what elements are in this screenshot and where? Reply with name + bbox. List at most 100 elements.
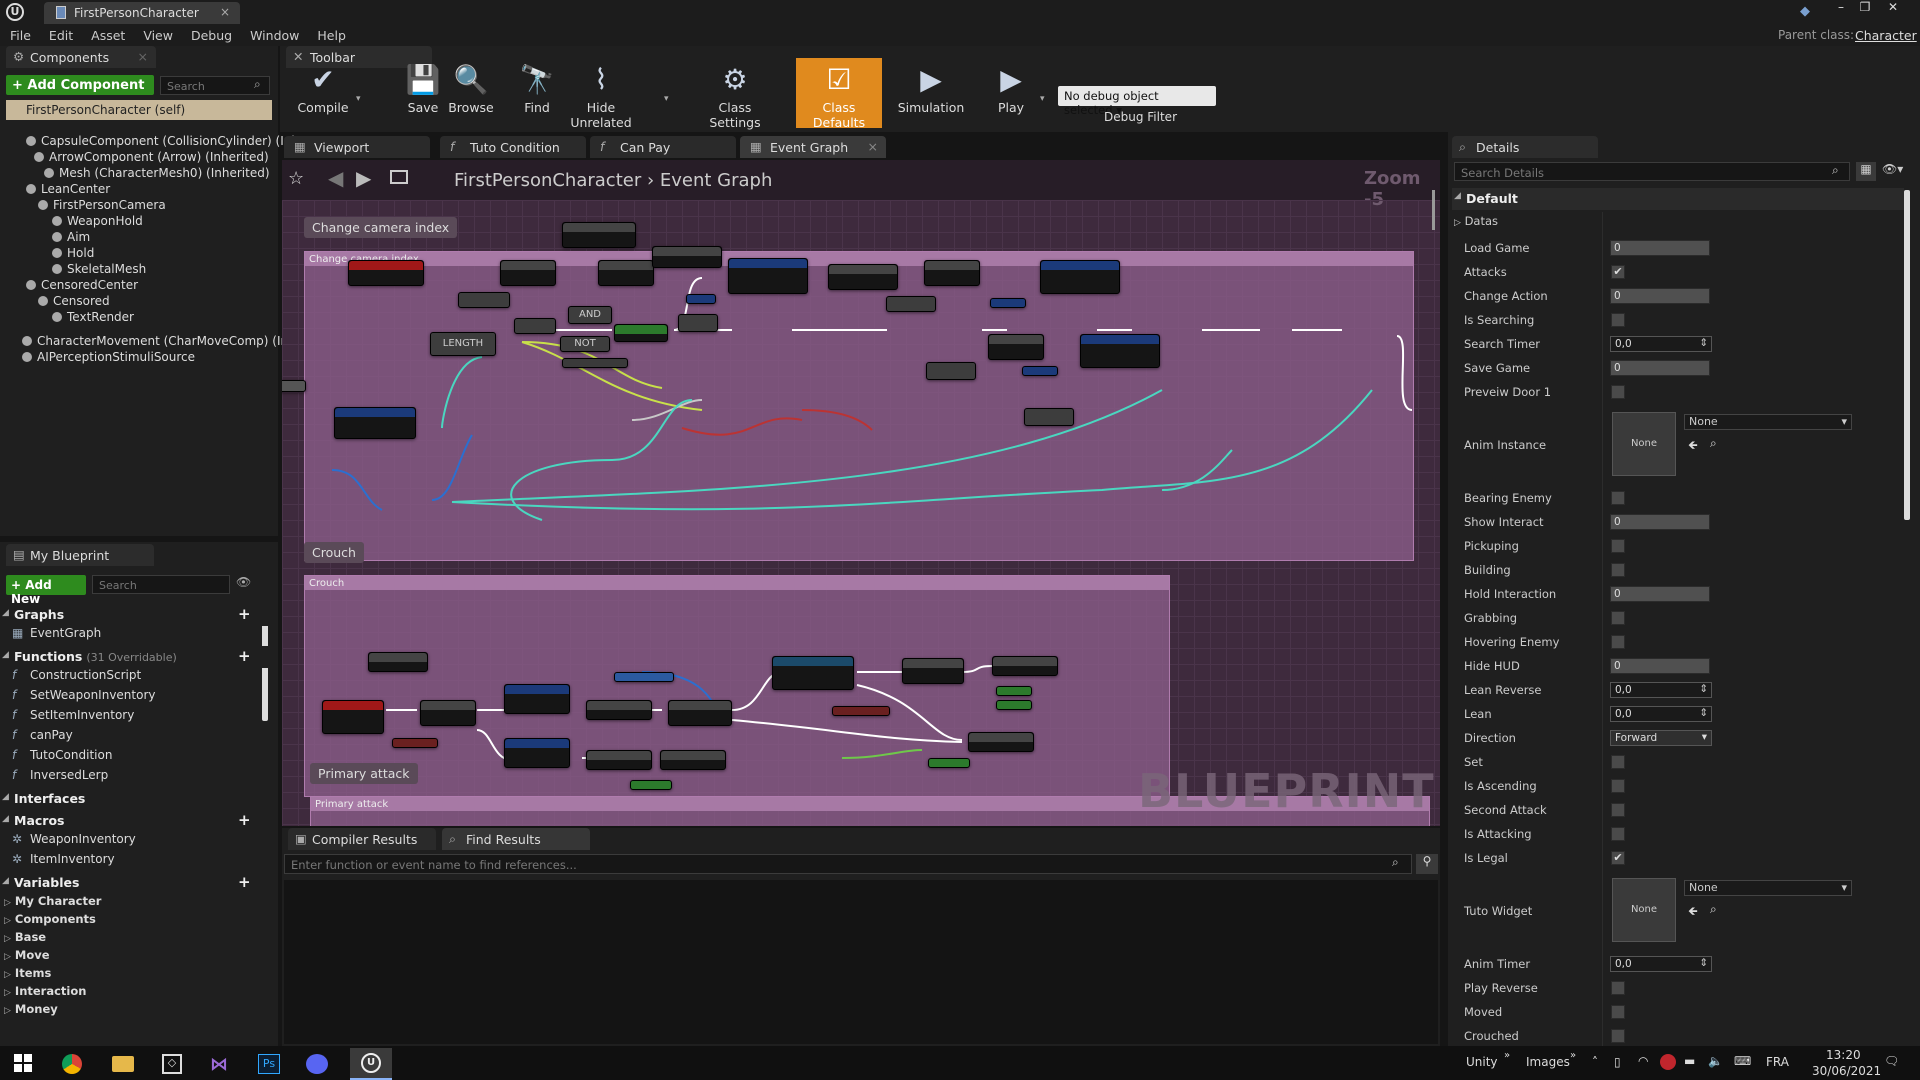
cast-node[interactable] <box>772 656 854 690</box>
menu-debug[interactable]: Debug <box>181 24 240 43</box>
menu-help[interactable]: Help <box>307 24 354 43</box>
add-icon[interactable]: + <box>238 647 251 665</box>
my-blueprint-search-input[interactable]: Search <box>92 575 230 594</box>
function-item[interactable]: f canPay <box>12 728 73 748</box>
visibility-eye-icon[interactable]: 👁▾ <box>1882 162 1903 176</box>
function-item[interactable]: f SetItemInventory <box>12 708 134 728</box>
search-icon[interactable]: ⌕ <box>1392 855 1399 870</box>
property-spinbox[interactable]: 0,0 ⇕ <box>1610 682 1712 698</box>
notification-icon[interactable]: ◆ <box>1800 4 1810 19</box>
binoculars-icon[interactable]: ⚲ <box>1416 854 1438 874</box>
close-tab-icon[interactable]: × <box>868 139 878 154</box>
set-members-node[interactable] <box>1080 334 1160 368</box>
property-value-field[interactable]: 0 <box>1610 360 1710 376</box>
branch-node[interactable] <box>924 260 980 286</box>
use-selected-arrow-icon[interactable]: 🡸 <box>1688 902 1698 923</box>
variable-category[interactable]: ▷ Items <box>4 966 51 986</box>
macro-item[interactable]: ✲ WeaponInventory <box>12 832 136 852</box>
notifications-icon[interactable]: 🗨 <box>1884 1054 1899 1068</box>
language-indicator[interactable]: FRA <box>1766 1055 1789 1069</box>
property-spinbox[interactable]: 0,0 ⇕ <box>1610 956 1712 972</box>
photoshop-icon[interactable]: Ps <box>258 1054 280 1074</box>
browse-asset-icon[interactable]: ⌕ <box>1710 902 1717 917</box>
find-references-input[interactable]: Enter function or event name to find ref… <box>284 854 1412 874</box>
clock-date[interactable]: 30/06/2021 <box>1812 1064 1881 1078</box>
tuto-widget-property-select[interactable]: None ▾ <box>1684 880 1852 896</box>
set-node[interactable] <box>562 222 636 248</box>
getter-node[interactable] <box>832 706 890 716</box>
view-options-icon[interactable]: ▦ <box>1856 162 1876 181</box>
property-checkbox[interactable] <box>1611 803 1625 817</box>
taskbar-folder-images[interactable]: Images <box>1526 1055 1570 1069</box>
getter-node[interactable] <box>630 780 672 790</box>
property-checkbox[interactable] <box>1611 385 1625 399</box>
tab-can-pay[interactable]: f Can Pay <box>590 136 736 158</box>
getter-node[interactable] <box>686 294 716 304</box>
set-node[interactable] <box>652 246 722 268</box>
file-explorer-icon[interactable] <box>112 1056 134 1072</box>
windows-start-icon[interactable] <box>14 1054 32 1072</box>
set-members-node[interactable] <box>1040 260 1120 294</box>
compare-node[interactable] <box>514 318 556 334</box>
set-node[interactable] <box>368 652 428 672</box>
property-checkbox[interactable] <box>1611 1005 1625 1019</box>
property-value-field[interactable]: 0 <box>1610 658 1710 674</box>
wifi-icon[interactable]: ◠ <box>1638 1054 1648 1068</box>
compare-node[interactable] <box>1024 408 1074 426</box>
and-node[interactable]: AND <box>568 306 612 324</box>
details-search-input[interactable]: Search Details <box>1454 162 1850 181</box>
browse-button[interactable]: 🔍 Browse <box>436 58 506 128</box>
add-component-button[interactable]: + Add Component <box>6 75 154 95</box>
clock-time[interactable]: 13:20 <box>1826 1048 1861 1062</box>
graph-item[interactable]: ▦ EventGraph <box>12 626 101 646</box>
property-value-field[interactable]: 0 <box>1610 586 1710 602</box>
property-select[interactable]: Forward ▾ <box>1610 730 1712 746</box>
not-node[interactable]: NOT <box>560 336 610 352</box>
parent-class-link[interactable]: Character <box>1855 28 1917 43</box>
branch-node[interactable] <box>598 260 654 286</box>
is-valid-node[interactable] <box>668 700 732 726</box>
break-struct-node[interactable] <box>334 407 416 439</box>
property-checkbox[interactable] <box>1611 563 1625 577</box>
add-icon[interactable]: + <box>238 873 251 891</box>
battery-icon[interactable]: ▯ <box>1614 1055 1621 1069</box>
property-value-field[interactable]: 0 <box>1610 514 1710 530</box>
length-node[interactable]: LENGTH <box>430 332 496 356</box>
find-results-tab[interactable]: ⌕ Find Results <box>442 828 590 850</box>
set-members-node[interactable] <box>728 258 808 294</box>
datas-getter-node[interactable] <box>282 380 306 392</box>
visibility-eye-icon[interactable]: 👁 <box>236 575 251 589</box>
tray-app-icon[interactable]: ▬ <box>1684 1054 1695 1068</box>
property-checkbox[interactable] <box>1611 539 1625 553</box>
variable-category[interactable]: ▷ Base <box>4 930 46 950</box>
tray-up-arrow-icon[interactable]: ˄ <box>1592 1055 1598 1069</box>
getter-node[interactable] <box>990 298 1026 308</box>
simulation-button[interactable]: ▶ Simulation <box>896 58 966 128</box>
getter-node[interactable] <box>996 700 1032 710</box>
property-checkbox[interactable]: ✔ <box>1611 851 1625 865</box>
input-action-crouch-node[interactable] <box>322 700 384 734</box>
property-checkbox[interactable] <box>1611 779 1625 793</box>
minimize-icon[interactable]: – <box>1830 0 1852 18</box>
my-blueprint-tab[interactable]: ▤ My Blueprint <box>6 544 154 566</box>
functions-section[interactable]: ◢ Functions (31 Overridable) + <box>0 646 272 668</box>
property-checkbox[interactable] <box>1611 635 1625 649</box>
macro-item[interactable]: ✲ ItemInventory <box>12 852 115 872</box>
set-node[interactable] <box>968 732 1034 752</box>
set-node[interactable] <box>828 264 898 290</box>
taskbar-folder-unity[interactable]: Unity <box>1466 1055 1498 1069</box>
menu-file[interactable]: File <box>0 24 39 43</box>
input-action-change-camera-node[interactable] <box>348 260 424 286</box>
getter-node[interactable] <box>1022 366 1058 376</box>
unity-icon[interactable]: ◇ <box>162 1054 182 1074</box>
document-tab[interactable]: FirstPersonCharacter × <box>44 2 240 24</box>
property-checkbox[interactable] <box>1611 827 1625 841</box>
property-checkbox[interactable] <box>1611 755 1625 769</box>
hide-unrelated-button[interactable]: ⌇ Hide Unrelated <box>566 58 636 130</box>
function-item[interactable]: f InversedLerp <box>12 768 108 788</box>
graphs-section[interactable]: ◢ Graphs + <box>0 604 272 626</box>
close-tab-icon[interactable]: × <box>220 5 230 19</box>
add-new-button[interactable]: + Add New <box>6 575 86 606</box>
class-defaults-button[interactable]: ☑ Class Defaults <box>796 58 882 130</box>
dropdown-arrow-icon[interactable]: ▾ <box>356 94 361 104</box>
